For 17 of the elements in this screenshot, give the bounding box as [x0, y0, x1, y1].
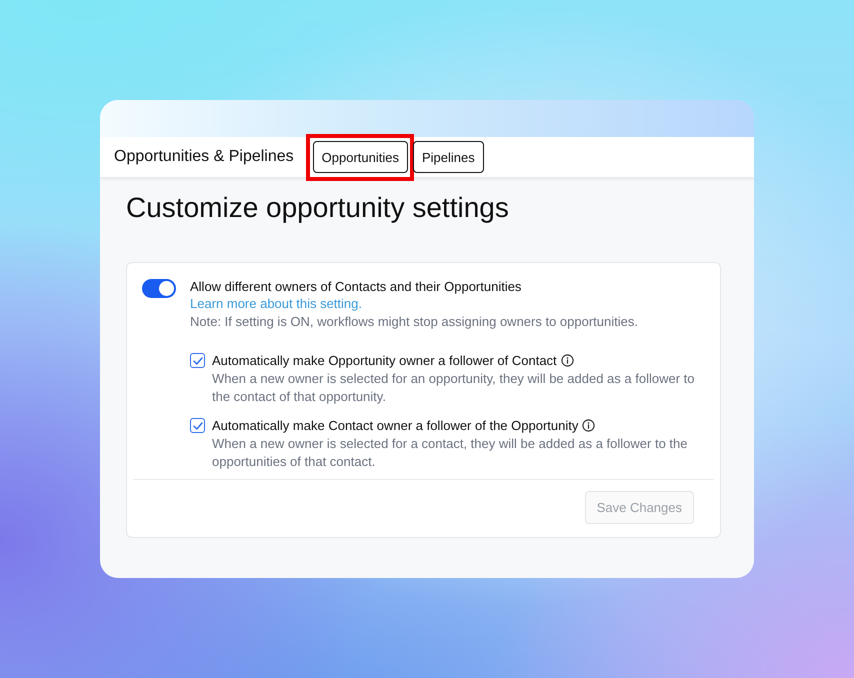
check-icon	[192, 422, 202, 430]
section-heading: Customize opportunity settings	[126, 192, 510, 224]
page-title: Opportunities & Pipelines	[114, 148, 294, 166]
check-icon	[192, 356, 202, 364]
setting-note: Note: If setting is ON, workflows might stop assigning owners to opportunities.	[190, 313, 638, 330]
option-description: When a new owner is selected for a contact, they will be added as a follower to the opportunities of that contact.	[212, 435, 688, 470]
option-label: Automatically make Contact owner a follower of the Opportunity	[212, 417, 578, 434]
checkbox[interactable]	[190, 418, 205, 433]
option-label: Automatically make Opportunity owner a follower of Contact	[212, 352, 557, 369]
info-icon[interactable]	[582, 419, 596, 432]
option-description: When a new owner is selected for an opportunity, they will be added as a follower to the contact of that opportunity.	[212, 370, 696, 405]
checkbox[interactable]	[190, 353, 205, 368]
toggle-switch[interactable]	[142, 279, 176, 298]
info-icon[interactable]	[560, 354, 574, 367]
tab[interactable]: Opportunities	[312, 141, 408, 173]
tab[interactable]: Pipelines	[412, 141, 484, 173]
setting-title: Allow different owners of Contacts and their Opportunities	[190, 278, 522, 295]
